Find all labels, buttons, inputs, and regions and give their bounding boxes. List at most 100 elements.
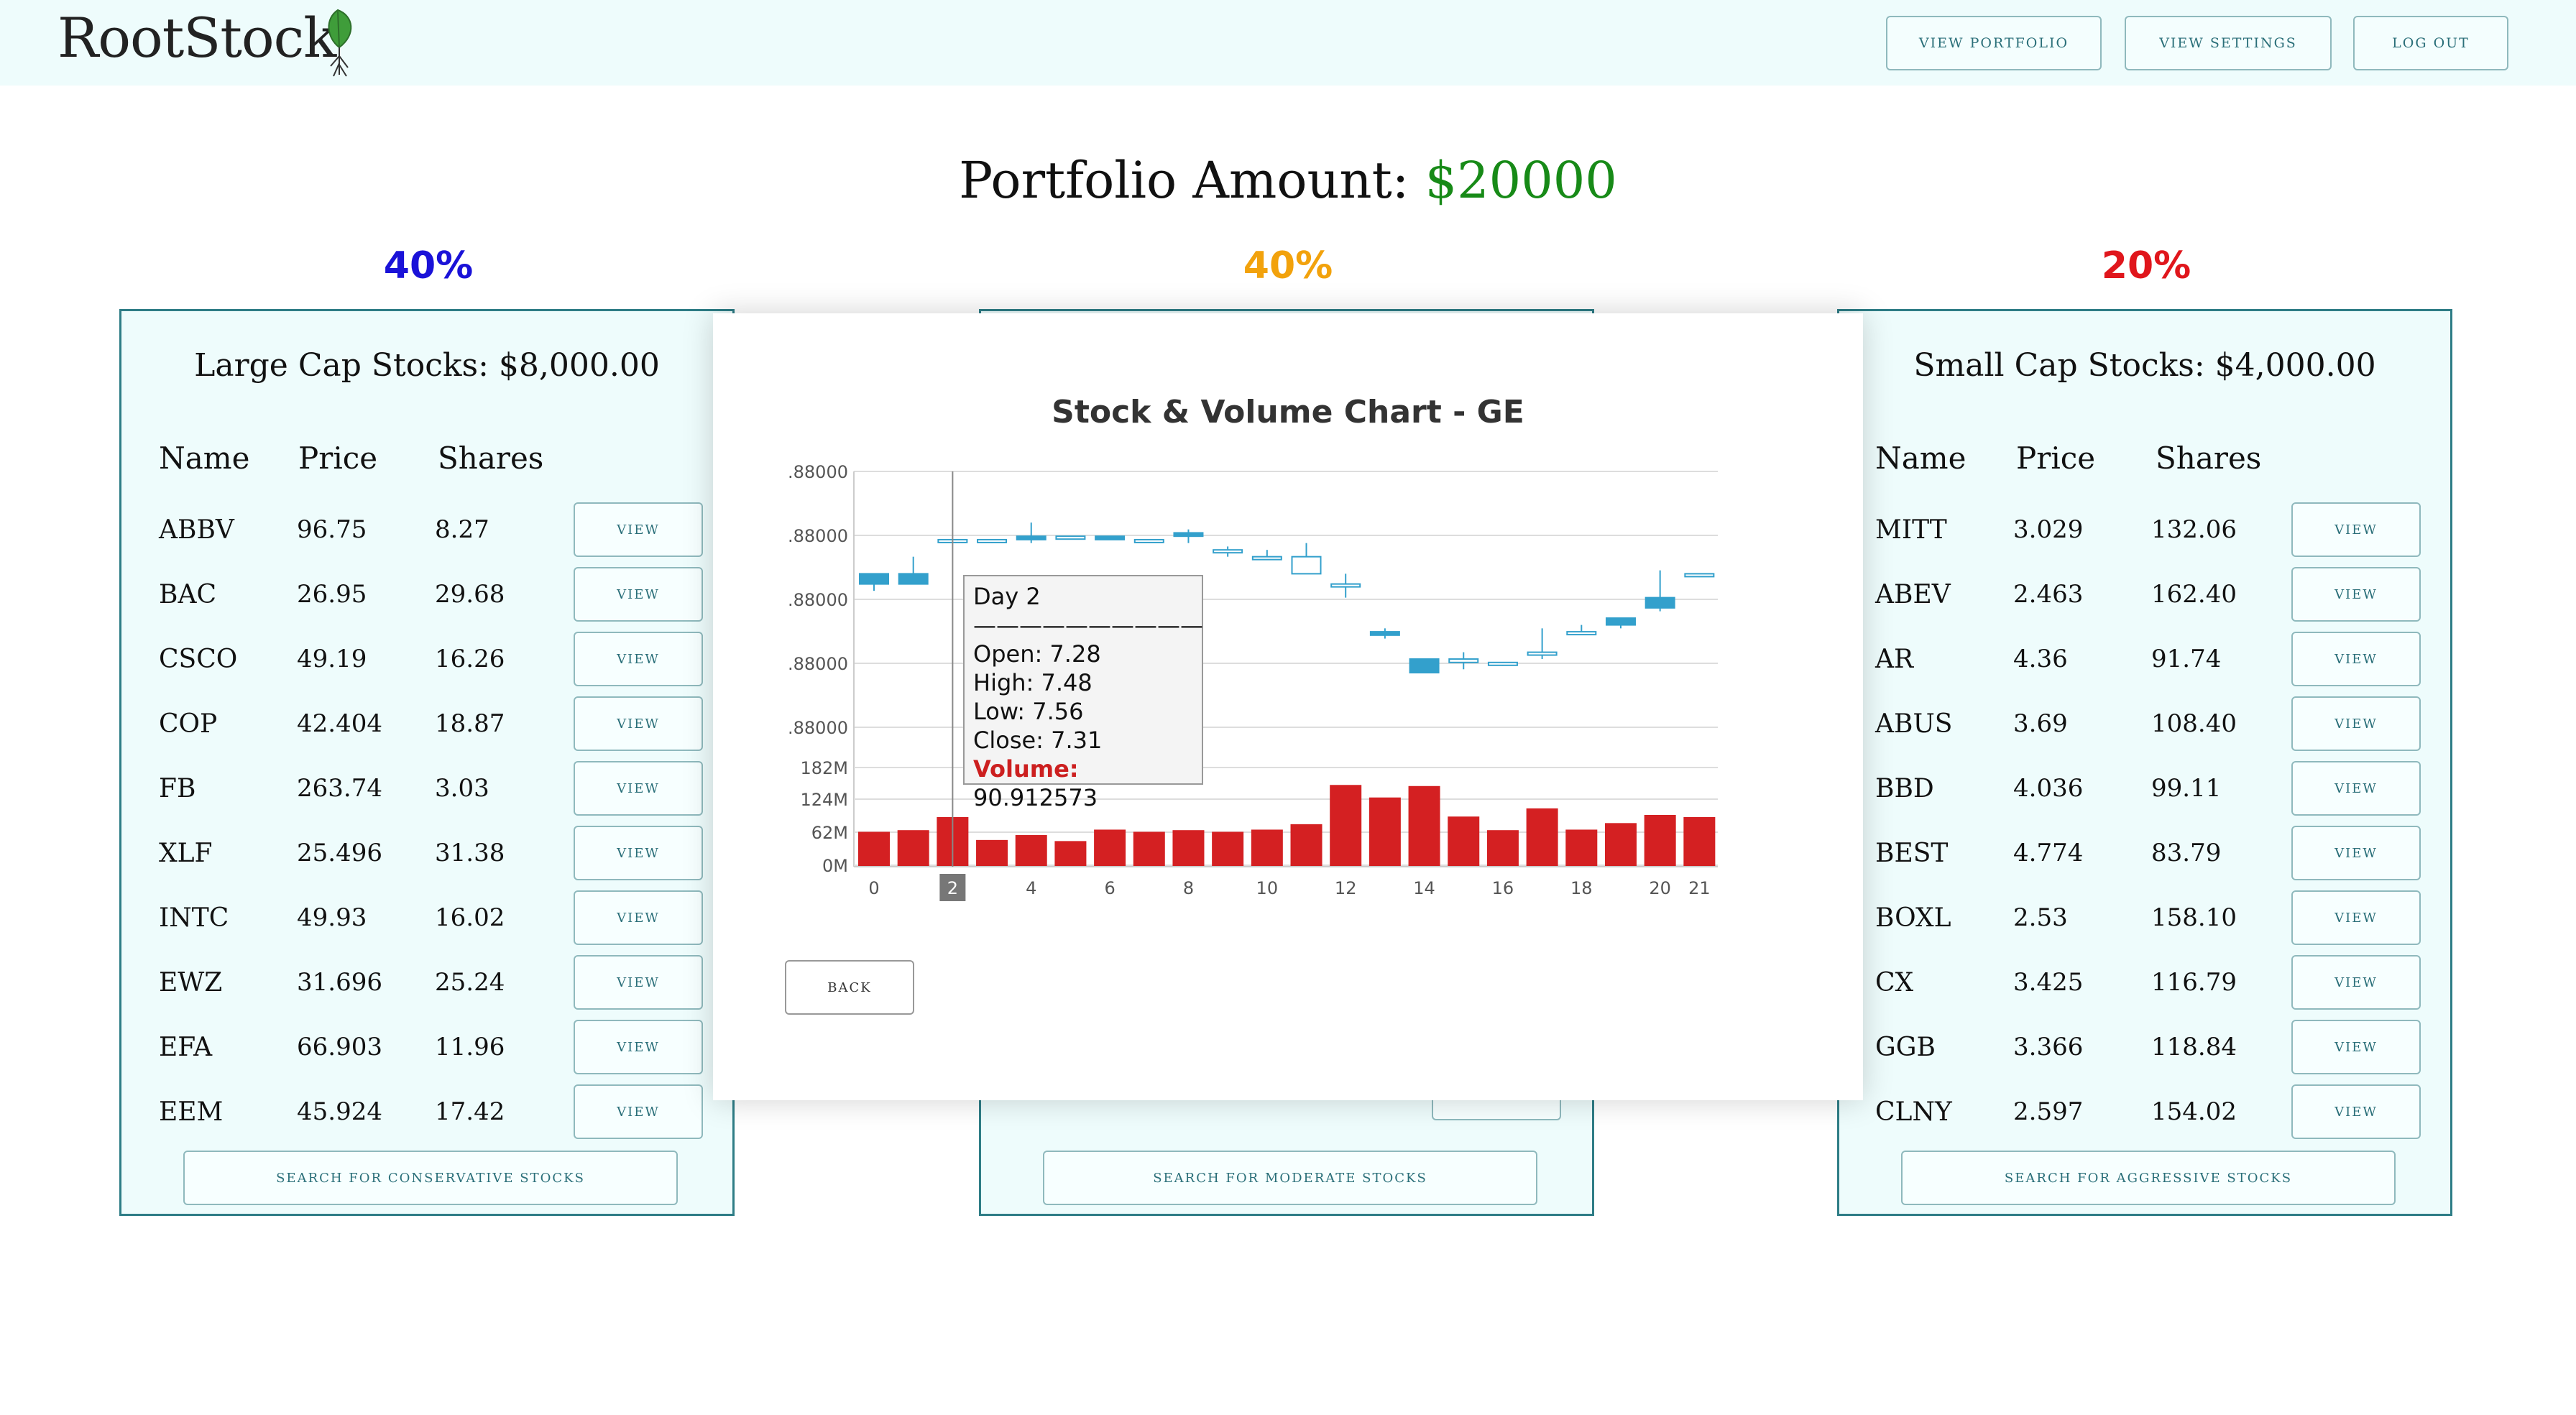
view-stock-button[interactable]: VIEW: [2291, 955, 2421, 1010]
stock-shares: 8.27: [435, 515, 489, 544]
view-stock-button[interactable]: VIEW: [574, 761, 703, 816]
volume-bar: [976, 839, 1008, 867]
stock-price: 45.924: [297, 1097, 382, 1126]
candle-body: [1644, 596, 1675, 609]
x-tick-label: 8: [1183, 878, 1194, 898]
candle-body: [1133, 538, 1164, 543]
view-stock-button[interactable]: VIEW: [574, 502, 703, 557]
x-tick-label: 14: [1413, 878, 1435, 898]
volume-bar: [1683, 817, 1716, 867]
stock-shares: 154.02: [2151, 1097, 2237, 1126]
stock-shares: 99.11: [2151, 774, 2222, 803]
search-conservative-button[interactable]: SEARCH FOR CONSERVATIVE STOCKS: [183, 1151, 678, 1205]
volume-bar: [1290, 824, 1322, 867]
stock-shares: 29.68: [435, 580, 505, 609]
view-stock-button[interactable]: VIEW: [574, 890, 703, 945]
portfolio-amount-heading: Portfolio Amount: $20000: [0, 151, 2576, 210]
view-settings-button[interactable]: VIEW SETTINGS: [2125, 16, 2332, 70]
view-stock-button[interactable]: VIEW: [574, 567, 703, 622]
panel-title: Small Cap Stocks: $4,000.00: [1913, 347, 2376, 384]
price-tick-label: .88000: [788, 526, 848, 546]
stock-shares: 11.96: [435, 1033, 505, 1061]
volume-bar: [1486, 830, 1519, 867]
stock-price: 96.75: [297, 515, 367, 544]
stock-shares: 158.10: [2151, 903, 2237, 932]
view-stock-button[interactable]: VIEW: [2291, 696, 2421, 751]
stock-name: EFA: [159, 1033, 213, 1062]
volume-bar: [1408, 785, 1440, 867]
view-stock-button[interactable]: VIEW: [574, 826, 703, 880]
x-tick-label: 4: [1026, 878, 1036, 898]
stock-shares: 83.79: [2151, 839, 2222, 867]
stock-price: 26.95: [297, 580, 367, 609]
stock-shares: 17.42: [435, 1097, 505, 1126]
leaf-logo-icon: [328, 9, 352, 77]
small-cap-panel: Small Cap Stocks: $4,000.00 Name Price S…: [1837, 309, 2452, 1216]
column-header-name: Name: [1875, 441, 1966, 476]
volume-bar: [1133, 831, 1165, 867]
view-stock-button[interactable]: VIEW: [574, 632, 703, 686]
candle-body: [1527, 651, 1558, 656]
stock-price: 3.69: [2013, 709, 2068, 738]
stock-price: 31.696: [297, 968, 382, 997]
volume-tick-label: 62M: [811, 823, 848, 843]
candle-body: [1409, 658, 1440, 674]
stock-shares: 31.38: [435, 839, 505, 867]
small-cap-percent: 20%: [2101, 244, 2191, 287]
stock-price: 42.404: [297, 709, 382, 738]
log-out-button[interactable]: LOG OUT: [2353, 16, 2508, 70]
candle-body: [859, 573, 889, 585]
volume-tick-label: 182M: [800, 758, 848, 778]
view-stock-button[interactable]: VIEW: [2291, 1020, 2421, 1074]
view-stock-button[interactable]: VIEW: [2291, 1084, 2421, 1139]
x-tick-label: 6: [1104, 878, 1115, 898]
candle-body: [1448, 658, 1479, 663]
tooltip-close: Close: 7.31: [973, 727, 1103, 754]
tooltip-low: Low: 7.56: [973, 698, 1084, 725]
stock-volume-chart[interactable]: .88000.88000.88000.88000.88000182M124M62…: [713, 313, 1863, 946]
stock-price: 4.36: [2013, 645, 2068, 673]
search-aggressive-button[interactable]: SEARCH FOR AGGRESSIVE STOCKS: [1901, 1151, 2396, 1205]
volume-bar: [1251, 829, 1283, 867]
stock-price: 3.425: [2013, 968, 2084, 997]
top-bar: RootStock VIEW PORTFOLIO VIEW SETTINGS L…: [0, 0, 2576, 86]
view-portfolio-button[interactable]: VIEW PORTFOLIO: [1886, 16, 2102, 70]
view-stock-button[interactable]: VIEW: [2291, 632, 2421, 686]
stock-name: BEST: [1875, 839, 1949, 868]
stock-price: 49.93: [297, 903, 367, 932]
volume-bar: [1368, 797, 1401, 867]
tooltip-open: Open: 7.28: [973, 640, 1101, 668]
candle-body: [1016, 535, 1046, 540]
stock-shares: 118.84: [2151, 1033, 2237, 1061]
view-stock-button[interactable]: VIEW: [574, 696, 703, 751]
view-stock-button[interactable]: VIEW: [2291, 502, 2421, 557]
stock-shares: 91.74: [2151, 645, 2222, 673]
view-stock-button[interactable]: VIEW: [2291, 826, 2421, 880]
app-logo[interactable]: RootStock: [58, 6, 336, 70]
volume-bar: [1448, 816, 1480, 867]
stock-name: BOXL: [1875, 903, 1951, 933]
stock-chart-modal: Stock & Volume Chart - GE .88000.88000.8…: [713, 313, 1863, 1100]
view-stock-button[interactable]: VIEW: [2291, 761, 2421, 816]
view-stock-button[interactable]: VIEW: [574, 1084, 703, 1139]
stock-name: CX: [1875, 968, 1914, 997]
mid-cap-percent: 40%: [1243, 244, 1333, 287]
view-stock-button[interactable]: VIEW: [574, 955, 703, 1010]
stock-name: ABEV: [1875, 580, 1951, 609]
search-moderate-button[interactable]: SEARCH FOR MODERATE STOCKS: [1043, 1151, 1537, 1205]
back-button[interactable]: BACK: [785, 960, 914, 1015]
tooltip-high: High: 7.48: [973, 669, 1092, 696]
candle-body: [1095, 535, 1126, 540]
x-tick-label: 2: [947, 878, 958, 898]
stock-price: 2.53: [2013, 903, 2068, 932]
volume-bar: [1526, 808, 1558, 867]
column-header-price: Price: [2016, 441, 2096, 476]
x-tick-label: 12: [1335, 878, 1357, 898]
view-stock-button[interactable]: VIEW: [2291, 567, 2421, 622]
stock-name: MITT: [1875, 515, 1947, 545]
volume-bar: [1604, 823, 1637, 867]
candle-body: [1330, 583, 1361, 588]
stock-price: 3.029: [2013, 515, 2084, 544]
view-stock-button[interactable]: VIEW: [2291, 890, 2421, 945]
view-stock-button[interactable]: VIEW: [574, 1020, 703, 1074]
